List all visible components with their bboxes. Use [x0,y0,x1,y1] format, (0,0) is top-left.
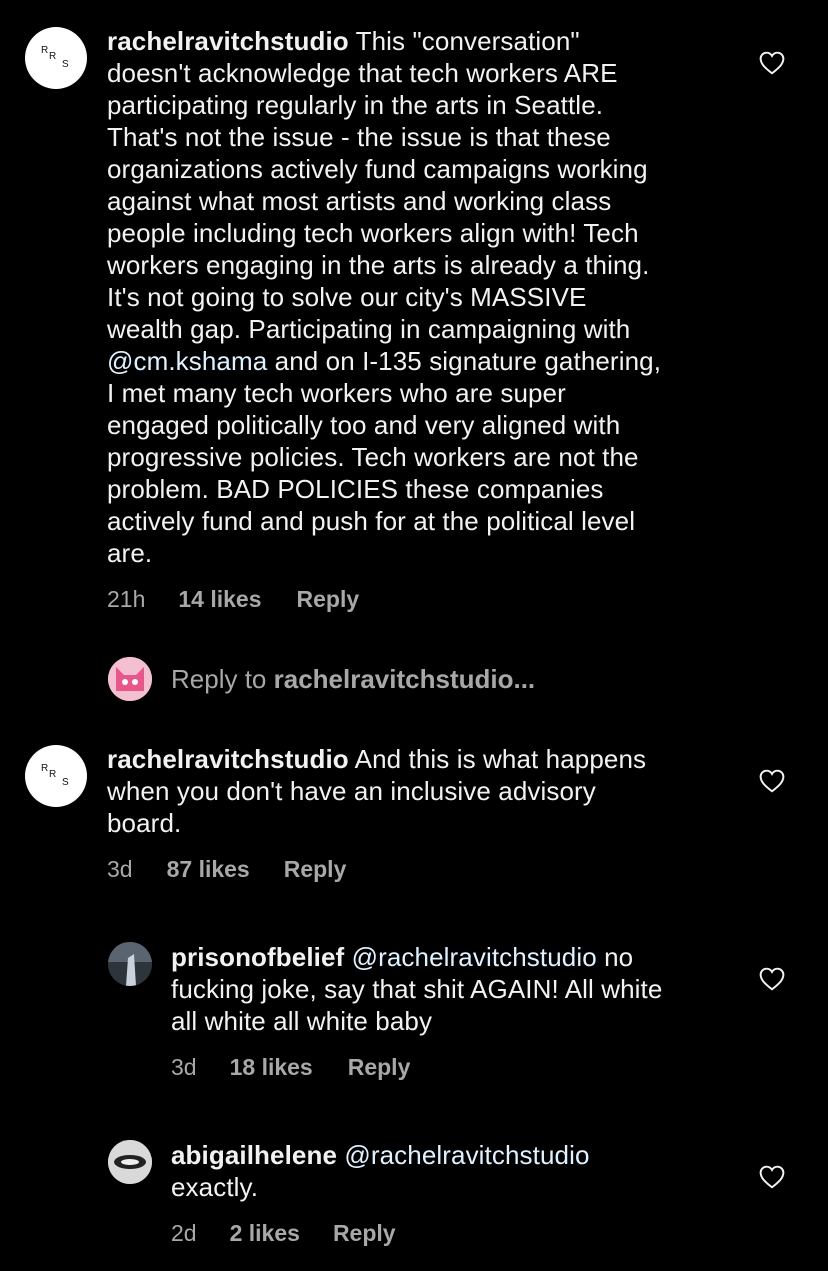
comment-line: organizations actively fund campaigns wo… [107,154,648,184]
reply-button[interactable]: Reply [333,1220,396,1247]
comment-1-meta: 21h 14 likes Reply [107,586,359,613]
comment-time: 3d [107,856,133,882]
comment-line: when you don't have an inclusive advisor… [107,776,596,806]
reply-to-username: rachelravitchstudio... [273,664,536,694]
comment-line: progressive policies. Tech workers are n… [107,442,639,472]
likes-count[interactable]: 87 likes [167,856,250,883]
heart-outline-icon[interactable] [759,769,785,793]
comment-2-text: rachelravitchstudio And this is what hap… [107,743,747,839]
comment-line: doesn't acknowledge that tech workers AR… [107,58,618,88]
comment-1-text: rachelravitchstudio This "conversation" … [107,25,747,569]
reply-button[interactable]: Reply [348,1054,411,1081]
avatar-letter: R [41,45,49,56]
comment-line: problem. BAD POLICIES these companies [107,474,604,504]
comment-4-text: abigailhelene @rachelravitchstudio exact… [171,1139,741,1203]
comment-line: people including tech workers align with… [107,218,639,248]
heart-outline-icon[interactable] [759,967,785,991]
comment-3-meta: 3d 18 likes Reply [171,1054,410,1081]
reply-button[interactable]: Reply [297,586,360,613]
avatar-letter: R [49,51,57,62]
avatar-letter: R [49,769,57,780]
comment-line: exactly. [171,1172,259,1202]
pink-cat-avatar [108,657,152,701]
comment-time: 2d [171,1220,197,1246]
avatar-rachelravitchstudio[interactable]: R R S [25,27,87,89]
comment-username[interactable]: prisonofbelief [171,942,344,972]
comment-line: This "conversation" [355,26,580,56]
heart-outline-icon[interactable] [759,51,785,75]
mention-link[interactable]: @rachelravitchstudio [352,942,597,972]
cat-icon [108,657,152,701]
avatar-letter: R [41,763,49,774]
comment-line: And this is what happens [354,744,647,774]
comment-3-text: prisonofbelief @rachelravitchstudio no f… [171,941,741,1037]
comment-line: wealth gap. Participating in campaigning… [107,314,631,344]
comment-line: That's not the issue - the issue is that… [107,122,611,152]
comment-line: actively fund and push for at the politi… [107,506,636,536]
photo-avatar [108,1140,152,1184]
mention-link[interactable]: @rachelravitchstudio [344,1140,589,1170]
comment-line: It's not going to solve our city's MASSI… [107,282,587,312]
mention-link[interactable]: @cm.kshama [107,346,267,376]
comment-line: no [604,942,634,972]
comment-2-meta: 3d 87 likes Reply [107,856,346,883]
comment-line: and on I-135 signature gathering, [274,346,662,376]
reply-button[interactable]: Reply [284,856,347,883]
comment-line: workers engaging in the arts is already … [107,250,650,280]
comment-line: participating regularly in the arts in S… [107,90,604,120]
comment-time: 3d [171,1054,197,1080]
comment-time: 21h [107,586,146,612]
photo-avatar [108,942,152,986]
comment-username[interactable]: rachelravitchstudio [107,26,349,56]
avatar-letter: S [62,777,69,788]
likes-count[interactable]: 14 likes [178,586,261,613]
avatar-prisonofbelief[interactable] [108,942,152,986]
likes-count[interactable]: 18 likes [230,1054,313,1081]
reply-to-prefix: Reply to [171,664,267,694]
comment-line: all white all white baby [171,1006,433,1036]
comment-line: fucking joke, say that shit AGAIN! All w… [171,974,663,1004]
comment-username[interactable]: rachelravitchstudio [107,744,349,774]
heart-outline-icon[interactable] [759,1165,785,1189]
comment-line: against what most artists and working cl… [107,186,612,216]
comment-line: engaged politically too and very aligned… [107,410,621,440]
avatar-abigailhelene[interactable] [108,1140,152,1184]
comment-username[interactable]: abigailhelene [171,1140,337,1170]
reply-to-input[interactable]: Reply to rachelravitchstudio... [171,664,535,695]
comment-line: board. [107,808,182,838]
comment-4-meta: 2d 2 likes Reply [171,1220,396,1247]
avatar-rachelravitchstudio[interactable]: R R S [25,745,87,807]
comment-line: I met many tech workers who are super [107,378,566,408]
likes-count[interactable]: 2 likes [230,1220,300,1247]
comment-line: are. [107,538,153,568]
avatar-letter: S [62,59,69,70]
